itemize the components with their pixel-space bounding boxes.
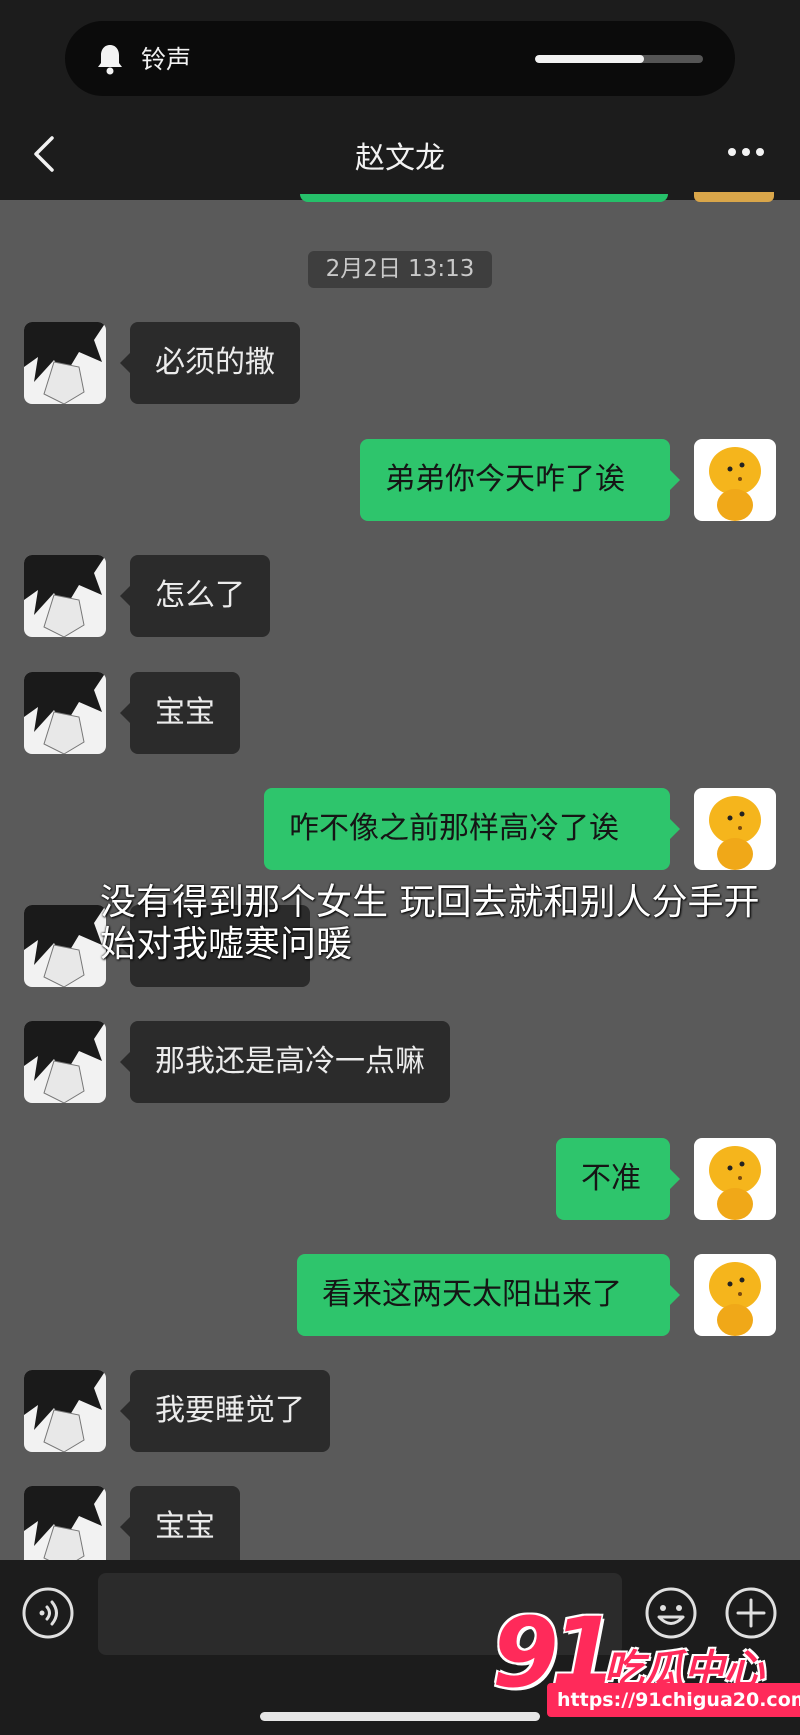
volume-fill (535, 55, 645, 63)
message-bubble-incoming[interactable]: 怎么了 (120, 555, 270, 637)
message-bubble-outgoing[interactable]: 弟弟你今天咋了诶 (360, 439, 680, 521)
self-avatar[interactable] (694, 1254, 776, 1336)
watermark-url: https://91chigua20.com (547, 1683, 800, 1717)
contact-avatar[interactable] (24, 905, 106, 987)
contact-avatar[interactable] (24, 322, 106, 404)
bell-icon (98, 45, 122, 75)
chat-title: 赵文龙 (355, 141, 445, 176)
partial-self-avatar (694, 192, 774, 202)
message-bubble-incoming[interactable]: 那我还是高冷一点嘛 (120, 1021, 450, 1103)
voice-input-icon[interactable] (21, 1586, 75, 1640)
message-bubble-outgoing[interactable]: 不准 (556, 1138, 680, 1220)
overlay-caption: 没有得到那个女生 玩回去就和别人分手开始对我嘘寒问暖 (100, 882, 760, 965)
home-indicator (260, 1712, 540, 1721)
self-avatar[interactable] (694, 439, 776, 521)
more-icon[interactable] (726, 140, 766, 164)
contact-avatar[interactable] (24, 1021, 106, 1103)
message-bubble-incoming[interactable]: 必须的撒 (120, 322, 300, 404)
ringer-label: 铃声 (141, 45, 192, 74)
message-bubble-incoming[interactable]: 宝宝 (120, 1486, 240, 1568)
plus-icon[interactable] (724, 1586, 778, 1640)
partial-outgoing-bubble (300, 194, 668, 202)
contact-avatar[interactable] (24, 672, 106, 754)
top-bar: 铃声 赵文龙 (0, 0, 800, 200)
ringer-notification: 铃声 (65, 21, 735, 96)
contact-avatar[interactable] (24, 555, 106, 637)
self-avatar[interactable] (694, 1138, 776, 1220)
message-bubble-incoming[interactable]: 宝宝 (120, 672, 240, 754)
contact-avatar[interactable] (24, 1486, 106, 1568)
emoji-icon[interactable] (644, 1586, 698, 1640)
volume-slider[interactable] (535, 55, 703, 63)
message-timestamp: 2月2日 13:13 (308, 251, 492, 288)
self-avatar[interactable] (694, 788, 776, 870)
message-bubble-incoming[interactable]: 我要睡觉了 (120, 1370, 330, 1452)
message-bubble-outgoing[interactable]: 咋不像之前那样高冷了诶 (264, 788, 680, 870)
message-bubble-outgoing[interactable]: 看来这两天太阳出来了 (297, 1254, 680, 1336)
contact-avatar[interactable] (24, 1370, 106, 1452)
